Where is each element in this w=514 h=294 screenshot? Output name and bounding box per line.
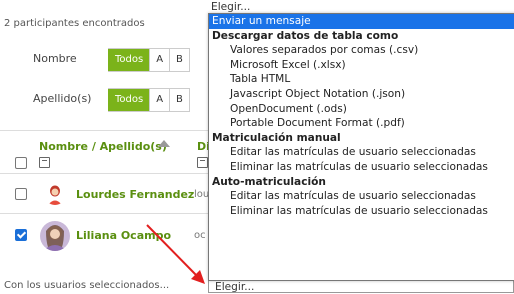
- dropdown-option[interactable]: Eliminar las matrículas de usuario selec…: [209, 160, 514, 175]
- dropdown-option[interactable]: Javascript Object Notation (.json): [209, 87, 514, 102]
- dropdown-option[interactable]: Enviar un mensaje: [209, 14, 514, 29]
- dropdown-option[interactable]: Portable Document Format (.pdf): [209, 116, 514, 131]
- dropdown-option[interactable]: OpenDocument (.ods): [209, 102, 514, 117]
- bulk-action-dropdown: Enviar un mensaje Descargar datos de tabl…: [208, 13, 514, 281]
- dropdown-group-label: Matriculación manual: [212, 131, 341, 144]
- dropdown-option[interactable]: Editar las matrículas de usuario selecci…: [209, 145, 514, 160]
- dropdown-option[interactable]: Eliminar las matrículas de usuario selec…: [209, 204, 514, 219]
- bulk-action-select[interactable]: Elegir...: [208, 279, 514, 293]
- dropdown-option[interactable]: Microsoft Excel (.xlsx): [209, 58, 514, 73]
- dropdown-group-label: Descargar datos de tabla como: [212, 29, 399, 42]
- dropdown-option[interactable]: Editar las matrículas de usuario selecci…: [209, 189, 514, 204]
- dropdown-option[interactable]: Tabla HTML: [209, 72, 514, 87]
- dropdown-option[interactable]: Valores separados por comas (.csv): [209, 43, 514, 58]
- dropdown-group-label: Auto-matriculación: [212, 175, 326, 188]
